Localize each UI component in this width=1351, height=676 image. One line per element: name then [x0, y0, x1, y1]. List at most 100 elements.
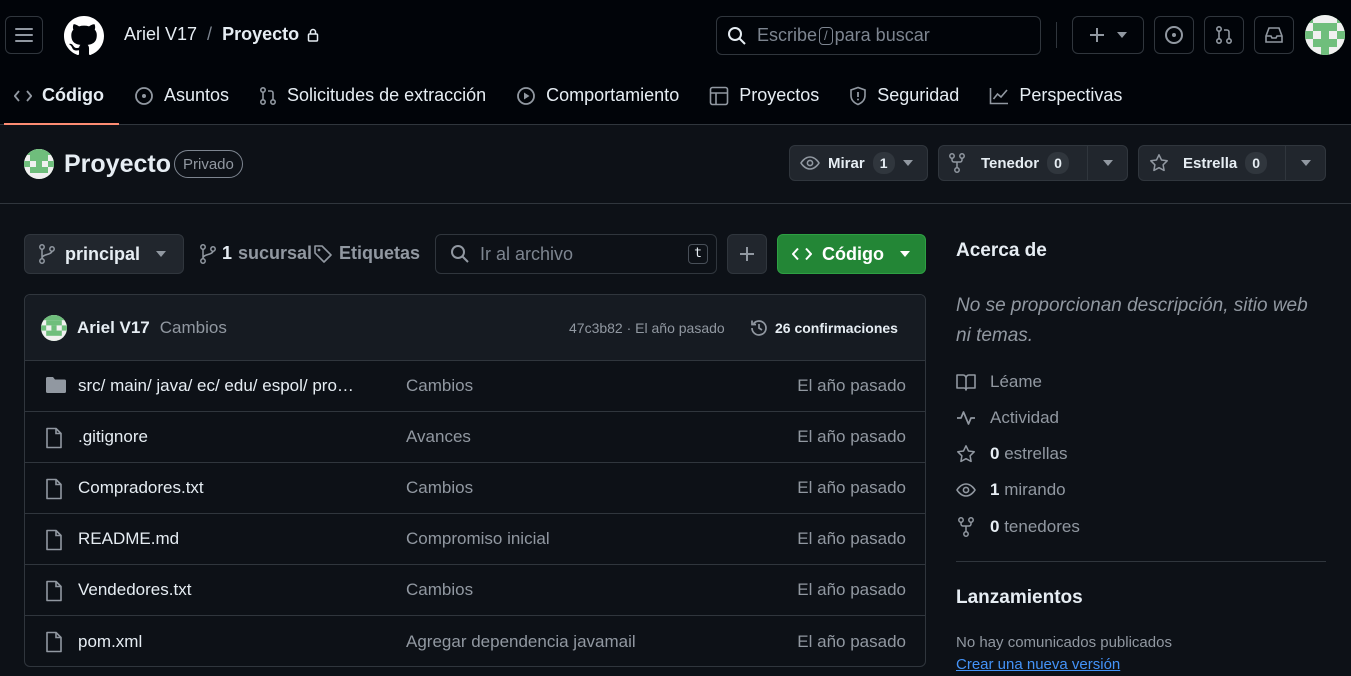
stars-link[interactable]: 0 estrellas: [956, 444, 1068, 464]
table-icon: [709, 86, 729, 105]
branch-count: 1: [222, 243, 233, 263]
issues-button[interactable]: [1154, 16, 1194, 54]
file-commit-message[interactable]: Avances: [406, 427, 471, 447]
releases-title[interactable]: Lanzamientos: [956, 587, 1083, 609]
file-name[interactable]: Compradores.txt: [78, 478, 204, 498]
fork-icon: [958, 517, 974, 537]
forks-link[interactable]: 0 tenedores: [956, 517, 1080, 537]
tag-icon: [314, 244, 332, 263]
file-icon: [46, 427, 62, 449]
about-title: Acerca de: [956, 240, 1047, 261]
tab-actions-label: Comportamiento: [546, 85, 680, 105]
watch-button[interactable]: Mirar 1: [789, 145, 928, 181]
tab-projects[interactable]: Proyectos: [694, 72, 834, 119]
file-name[interactable]: pom.xml: [78, 632, 142, 652]
commit-author[interactable]: Ariel V17: [77, 318, 150, 338]
readme-link[interactable]: Léame: [956, 372, 1042, 392]
visibility-badge: Privado: [174, 150, 243, 178]
activity-link[interactable]: Actividad: [956, 408, 1059, 428]
history-icon: [751, 319, 767, 336]
file-commit-message[interactable]: Cambios: [406, 376, 473, 396]
shield-icon: [850, 86, 867, 105]
tab-security-label: Seguridad: [877, 85, 960, 105]
file-name[interactable]: src/ main/ java/ ec/ edu/ espol/ pro…: [78, 376, 354, 396]
file-row[interactable]: Vendedores.txt Cambios El año pasado: [25, 565, 925, 616]
tab-pull-requests[interactable]: Solicitudes de extracción: [244, 72, 501, 119]
file-name[interactable]: .gitignore: [78, 427, 148, 447]
commits-link[interactable]: 26 confirmaciones: [749, 318, 898, 338]
chevron-down-icon: [1117, 32, 1127, 38]
tab-issues[interactable]: Asuntos: [119, 72, 244, 119]
file-row[interactable]: Compradores.txt Cambios El año pasado: [25, 463, 925, 514]
tab-security[interactable]: Seguridad: [834, 72, 974, 119]
tab-insights-label: Perspectivas: [1019, 85, 1123, 105]
tab-actions[interactable]: Comportamiento: [501, 72, 694, 119]
tab-insights[interactable]: Perspectivas: [974, 72, 1137, 119]
github-logo-icon[interactable]: [64, 16, 104, 56]
file-commit-message[interactable]: Cambios: [406, 580, 473, 600]
fork-button[interactable]: Tenedor 0: [938, 145, 1128, 181]
code-button-label: Código: [822, 243, 884, 264]
file-row[interactable]: README.md Compromiso inicial El año pasa…: [25, 514, 925, 565]
search-suffix: para buscar: [834, 25, 930, 45]
file-date: El año pasado: [797, 427, 906, 446]
search-icon: [451, 245, 469, 263]
forks-word: tenedores: [1004, 517, 1080, 536]
global-search-input[interactable]: Escribe / para buscar: [716, 16, 1041, 55]
inbox-button[interactable]: [1254, 16, 1294, 54]
star-icon: [957, 445, 975, 463]
file-row[interactable]: pom.xml Agregar dependencia javamail El …: [25, 616, 925, 666]
chevron-down-icon: [156, 251, 167, 257]
star-dropdown-button[interactable]: [1285, 146, 1325, 180]
file-row[interactable]: src/ main/ java/ ec/ edu/ espol/ pro… Ca…: [25, 361, 925, 412]
file-commit-message[interactable]: Cambios: [406, 478, 473, 498]
menu-button[interactable]: [5, 16, 43, 54]
breadcrumb: Ariel V17 / Proyecto: [124, 24, 319, 45]
file-icon: [46, 478, 62, 500]
eye-icon: [956, 483, 976, 497]
tab-code[interactable]: Código: [0, 72, 119, 125]
commit-author-avatar[interactable]: [41, 314, 67, 341]
play-icon: [517, 86, 536, 105]
file-date: El año pasado: [797, 478, 906, 497]
commits-count: 26 confirmaciones: [775, 319, 898, 336]
star-button[interactable]: Estrella 0: [1138, 145, 1326, 181]
releases-empty-text: No hay comunicados publicados: [956, 634, 1172, 651]
create-release-link[interactable]: Crear una nueva versión: [956, 656, 1120, 673]
watch-label: Mirar: [828, 154, 865, 172]
file-commit-message[interactable]: Agregar dependencia javamail: [406, 632, 636, 652]
breadcrumb-owner[interactable]: Ariel V17: [124, 24, 197, 45]
file-date: El año pasado: [797, 631, 906, 651]
book-icon: [956, 374, 976, 391]
go-to-file-placeholder: Ir al archivo: [480, 243, 574, 264]
plus-icon: [740, 247, 754, 261]
repo-title[interactable]: Proyecto: [64, 150, 171, 179]
tags-link[interactable]: Etiquetas: [313, 243, 420, 264]
folder-icon: [46, 377, 66, 393]
file-row[interactable]: .gitignore Avances El año pasado: [25, 412, 925, 463]
branch-selector[interactable]: principal: [24, 234, 184, 274]
user-avatar[interactable]: [1305, 15, 1345, 55]
pull-requests-button[interactable]: [1204, 16, 1244, 54]
chevron-down-icon: [1102, 160, 1113, 166]
add-file-button[interactable]: [727, 234, 767, 274]
file-commit-message[interactable]: Compromiso inicial: [406, 529, 550, 549]
about-sidebar: Acerca de No se proporcionan descripción…: [956, 240, 1326, 673]
file-date: El año pasado: [797, 529, 906, 548]
branches-link[interactable]: 1 sucursal: [200, 243, 312, 264]
commit-hash-time[interactable]: 47c3b82 · El año pasado: [569, 320, 725, 336]
sidebar-divider: [956, 561, 1326, 562]
code-button[interactable]: Código: [777, 234, 926, 274]
go-to-file-input[interactable]: Ir al archivo t: [435, 234, 717, 274]
fork-dropdown-button[interactable]: [1087, 146, 1127, 180]
commit-message[interactable]: Cambios: [160, 318, 227, 338]
global-header: Ariel V17 / Proyecto Escribe / para busc…: [0, 0, 1351, 125]
pull-request-icon: [260, 86, 277, 105]
branch-word: sucursal: [238, 243, 313, 263]
file-name[interactable]: README.md: [78, 529, 179, 549]
create-new-button[interactable]: [1072, 16, 1144, 54]
breadcrumb-repo[interactable]: Proyecto: [222, 24, 299, 45]
readme-label: Léame: [990, 372, 1042, 391]
file-name[interactable]: Vendedores.txt: [78, 580, 191, 600]
watchers-link[interactable]: 1 mirando: [956, 480, 1066, 500]
